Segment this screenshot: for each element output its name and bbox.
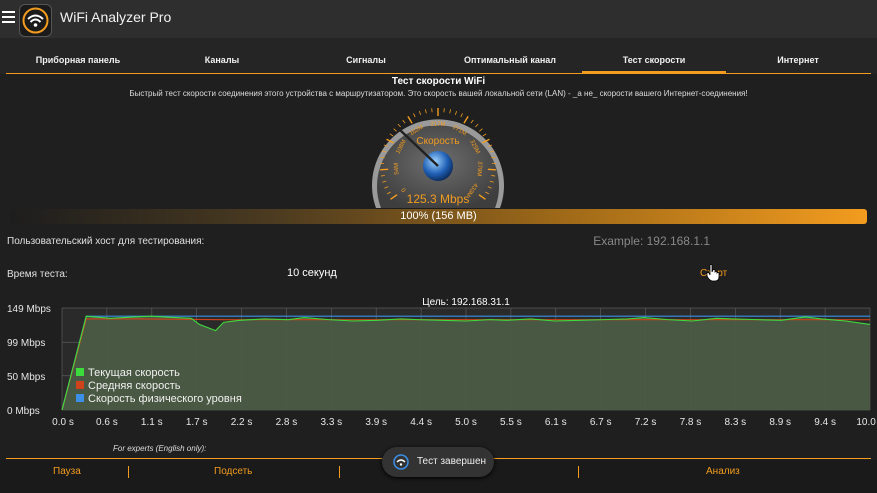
custom-host-label: Пользовательский хост для тестирования:: [7, 236, 205, 247]
progress-bar: 100% (156 MB): [10, 209, 867, 224]
x-tick-label: 2.8 s: [276, 417, 298, 428]
analysis-button[interactable]: Анализ: [706, 466, 740, 477]
toast-text: Тест завершен: [417, 456, 487, 467]
wifi-toast-icon: [393, 454, 409, 470]
x-tick-label: 3.9 s: [365, 417, 387, 428]
y-tick-label: 99 Mbps: [7, 338, 45, 349]
gauge-scale-label: 54M: [394, 163, 401, 175]
gauge-tick: [418, 110, 422, 115]
x-tick-label: 4.4 s: [410, 417, 432, 428]
legend-swatch: [76, 394, 84, 402]
gauge-tick: [479, 128, 483, 132]
gauge-scale-label: 379M: [475, 161, 482, 176]
tab-signals[interactable]: Сигналы: [294, 38, 438, 72]
tab-dashboard[interactable]: Приборная панель: [6, 38, 150, 72]
tab-bar: Приборная панель Каналы Сигналы Оптималь…: [0, 38, 877, 74]
pause-button[interactable]: Пауза: [53, 466, 81, 477]
gauge-tick: [460, 113, 463, 118]
experts-label: For experts (English only):: [113, 444, 207, 453]
y-tick-label: 0 Mbps: [7, 406, 40, 417]
app-bar: WiFi Analyzer Pro: [0, 0, 877, 39]
footer-separator: [339, 466, 340, 478]
legend-label: Скорость физического уровня: [88, 393, 242, 405]
x-tick-label: 0.0 s: [52, 417, 74, 428]
footer-separator: [578, 466, 579, 478]
speed-gauge: 0 54M 108M 162M 217M 271M 325M 379M 433M Скорост…: [368, 100, 508, 208]
x-tick-label: 10.0 s: [856, 417, 877, 428]
legend-label: Текущая скорость: [88, 367, 180, 379]
wifi-app-logo-icon: [19, 4, 52, 37]
subnet-button[interactable]: Подсеть: [214, 466, 252, 477]
gauge-tick: [407, 116, 413, 124]
gauge-scale-label: 217M: [430, 122, 445, 128]
hand-cursor-icon: [706, 264, 720, 282]
gauge-tick: [393, 128, 397, 132]
x-tick-label: 7.2 s: [635, 417, 657, 428]
x-tick-label: 1.7 s: [186, 417, 208, 428]
speed-chart: 0.0 s 0.6 s 1.1 s 1.7 s 2.2 s 2.8 s 3.3 s 3.9 s…: [0, 295, 877, 435]
x-tick-label: 7.8 s: [680, 417, 702, 428]
gauge-tick: [463, 116, 469, 124]
tab-optimal-channel[interactable]: Оптимальный канал: [438, 38, 582, 72]
tab-internet[interactable]: Интернет: [726, 38, 870, 72]
legend-swatch: [76, 381, 84, 389]
gauge-tick: [454, 110, 458, 115]
footer-separator: [128, 466, 129, 478]
app-title: WiFi Analyzer Pro: [60, 9, 172, 25]
page-title: Тест скорости WiFi: [391, 76, 486, 87]
gauge-tick: [449, 109, 451, 114]
x-tick-label: 8.9 s: [769, 417, 791, 428]
test-time-label: Время теста:: [7, 269, 68, 280]
x-tick-label: 8.3 s: [724, 417, 746, 428]
tab-speed-test[interactable]: Тест скорости: [582, 38, 726, 74]
gauge-tick: [389, 133, 394, 137]
page-subtitle: Быстрый тест скорости соединения этого у…: [129, 89, 748, 98]
y-tick-label: 149 Mbps: [7, 304, 51, 315]
gauge-tick: [475, 123, 479, 128]
x-tick-label: 3.3 s: [320, 417, 342, 428]
gauge-value: 125.3 Mbps: [407, 192, 470, 206]
gauge-tick: [482, 133, 487, 137]
x-tick-label: 6.1 s: [545, 417, 567, 428]
gauge-center-label: Скорость: [416, 136, 459, 147]
gauge-tick: [425, 109, 427, 114]
toast-notification: Тест завершен: [382, 447, 494, 477]
custom-host-input[interactable]: Example: 192.168.1.1: [530, 232, 860, 250]
x-tick-label: 2.2 s: [231, 417, 253, 428]
gauge-tick: [413, 113, 416, 118]
y-tick-label: 50 Mbps: [7, 372, 45, 383]
x-tick-label: 6.7 s: [590, 417, 612, 428]
tab-channels[interactable]: Каналы: [150, 38, 294, 72]
gauge-tick: [397, 123, 401, 128]
x-tick-label: 1.1 s: [141, 417, 163, 428]
x-tick-label: 5.0 s: [455, 417, 477, 428]
gauge-tick: [487, 168, 496, 171]
tab-divider: [6, 73, 871, 74]
legend-label: Средняя скорость: [88, 380, 181, 392]
hamburger-menu-icon[interactable]: [2, 11, 15, 25]
legend-swatch: [76, 368, 84, 376]
x-tick-label: 5.5 s: [500, 417, 522, 428]
gauge-tick: [470, 119, 474, 124]
x-tick-label: 9.4 s: [814, 417, 836, 428]
chart-title: Цель: 192.168.31.1: [422, 297, 510, 308]
gauge-tick: [402, 119, 406, 124]
test-time-selector[interactable]: 10 секунд: [287, 267, 337, 279]
x-tick-label: 0.6 s: [96, 417, 118, 428]
gauge-tick: [380, 168, 389, 171]
progress-text: 100% (156 MB): [400, 210, 477, 222]
